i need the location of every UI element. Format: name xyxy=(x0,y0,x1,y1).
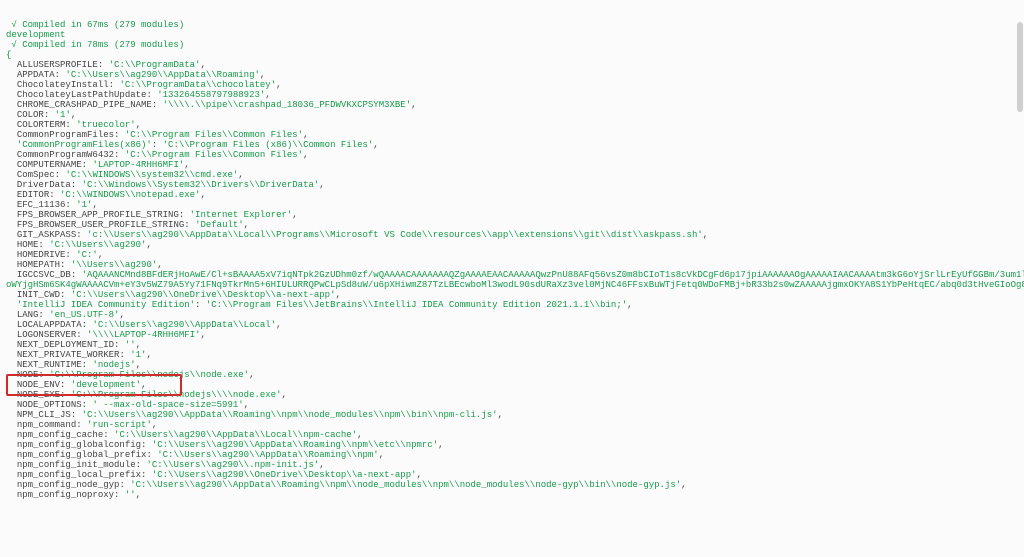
env-var-line: ChocolateyInstall: 'C:\\ProgramData\\cho… xyxy=(6,80,1018,90)
scrollbar-thumb[interactable] xyxy=(1017,22,1023,112)
env-var-line: 'IntelliJ IDEA Community Edition': 'C:\\… xyxy=(6,300,1018,310)
env-var-line: NEXT_RUNTIME: 'nodejs', xyxy=(6,360,1018,370)
env-var-line: NODE_ENV: 'development', xyxy=(6,380,1018,390)
env-var-line: COMPUTERNAME: 'LAPTOP-4RHH6MFI', xyxy=(6,160,1018,170)
env-var-line: NPM_CLI_JS: 'C:\\Users\\ag290\\AppData\\… xyxy=(6,410,1018,420)
env-var-line: npm_config_local_prefix: 'C:\\Users\\ag2… xyxy=(6,470,1018,480)
env-var-line: CommonProgramFiles: 'C:\\Program Files\\… xyxy=(6,130,1018,140)
env-var-line: NEXT_DEPLOYMENT_ID: '', xyxy=(6,340,1018,350)
env-var-line: NODE_EXE: 'C:\\Program Files\\nodejs\\\\… xyxy=(6,390,1018,400)
env-var-line: NODE_OPTIONS: ' --max-old-space-size=599… xyxy=(6,400,1018,410)
env-var-line: npm_command: 'run-script', xyxy=(6,420,1018,430)
env-var-line: 'CommonProgramFiles(x86)': 'C:\\Program … xyxy=(6,140,1018,150)
compile-status-line: √ Compiled in 67ms (279 modules) xyxy=(6,20,1018,30)
env-var-line: GIT_ASKPASS: 'c:\\Users\\ag290\\AppData\… xyxy=(6,230,1018,240)
env-var-line: FPS_BROWSER_USER_PROFILE_STRING: 'Defaul… xyxy=(6,220,1018,230)
env-var-line: HOMEPATH: '\\Users\\ag290', xyxy=(6,260,1018,270)
env-var-line: ChocolateyLastPathUpdate: '1332645587979… xyxy=(6,90,1018,100)
env-var-line: COLOR: '1', xyxy=(6,110,1018,120)
env-var-line: npm_config_cache: 'C:\\Users\\ag290\\App… xyxy=(6,430,1018,440)
env-var-line: HOMEDRIVE: 'C:', xyxy=(6,250,1018,260)
env-var-line: npm_config_noproxy: '', xyxy=(6,490,1018,500)
env-var-line: npm_config_global_prefix: 'C:\\Users\\ag… xyxy=(6,450,1018,460)
terminal-output[interactable]: √ Compiled in 67ms (279 modules)developm… xyxy=(0,0,1024,500)
env-var-line: LANG: 'en_US.UTF-8', xyxy=(6,310,1018,320)
env-var-line: npm_config_node_gyp: 'C:\\Users\\ag290\\… xyxy=(6,480,1018,490)
env-var-line: COLORTERM: 'truecolor', xyxy=(6,120,1018,130)
env-var-line: HOME: 'C:\\Users\\ag290', xyxy=(6,240,1018,250)
env-var-line: CHROME_CRASHPAD_PIPE_NAME: '\\\\.\\pipe\… xyxy=(6,100,1018,110)
compile-status-line: √ Compiled in 78ms (279 modules) xyxy=(6,40,1018,50)
env-var-line: ComSpec: 'C:\\WINDOWS\\system32\\cmd.exe… xyxy=(6,170,1018,180)
env-var-line: NEXT_PRIVATE_WORKER: '1', xyxy=(6,350,1018,360)
scrollbar[interactable] xyxy=(1016,0,1024,557)
env-var-line: EDITOR: 'C:\\WINDOWS\\notepad.exe', xyxy=(6,190,1018,200)
env-var-line: NODE: 'C:\\Program Files\\nodejs\\node.e… xyxy=(6,370,1018,380)
env-var-line: ALLUSERSPROFILE: 'C:\\ProgramData', xyxy=(6,60,1018,70)
output-line: { xyxy=(6,50,1018,60)
env-var-line: INIT_CWD: 'C:\\Users\\ag290\\OneDrive\\D… xyxy=(6,290,1018,300)
output-line: development xyxy=(6,30,1018,40)
env-var-line: CommonProgramW6432: 'C:\\Program Files\\… xyxy=(6,150,1018,160)
env-var-line: APPDATA: 'C:\\Users\\ag290\\AppData\\Roa… xyxy=(6,70,1018,80)
env-var-line: DriverData: 'C:\\Windows\\System32\\Driv… xyxy=(6,180,1018,190)
env-var-line: EFC_11136: '1', xyxy=(6,200,1018,210)
env-var-line: npm_config_init_module: 'C:\\Users\\ag29… xyxy=(6,460,1018,470)
env-var-line: IGCCSVC_DB: 'AQAAANCMnd8BFdERjHoAwE/Cl+s… xyxy=(6,270,1018,290)
env-var-line: FPS_BROWSER_APP_PROFILE_STRING: 'Interne… xyxy=(6,210,1018,220)
env-var-line: LOCALAPPDATA: 'C:\\Users\\ag290\\AppData… xyxy=(6,320,1018,330)
env-var-line: LOGONSERVER: '\\\\LAPTOP-4RHH6MFI', xyxy=(6,330,1018,340)
env-var-line: npm_config_globalconfig: 'C:\\Users\\ag2… xyxy=(6,440,1018,450)
